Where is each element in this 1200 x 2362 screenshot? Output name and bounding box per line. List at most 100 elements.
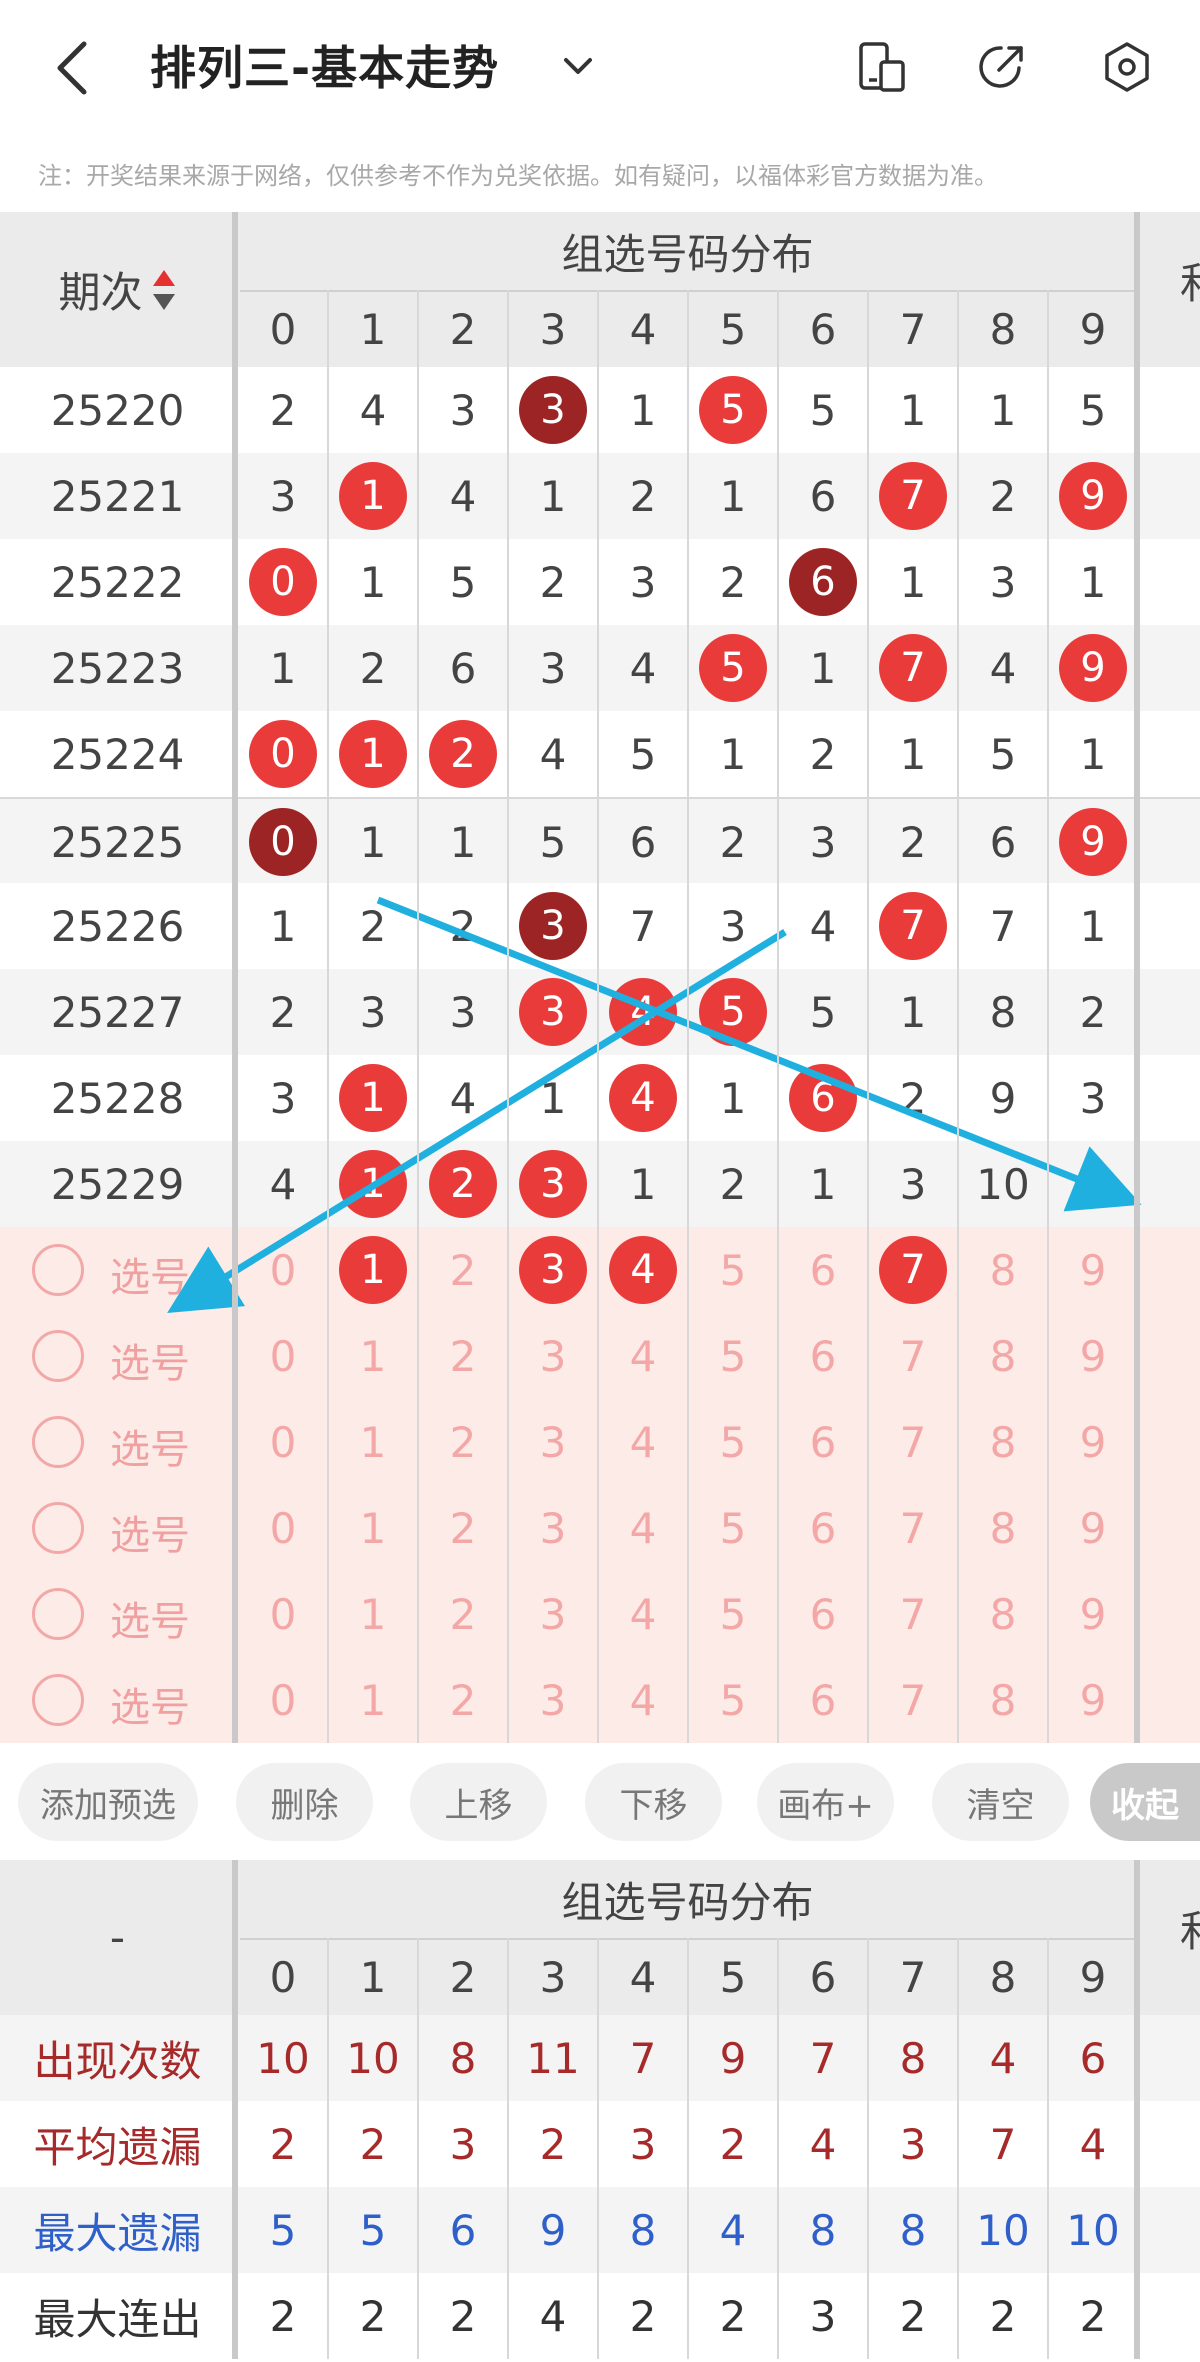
select-row-radio[interactable] [32,1674,84,1726]
select-digit-8[interactable]: 8 [958,1571,1048,1657]
select-digit-2[interactable]: 2 [418,1399,508,1485]
number-cell: 5 [629,729,657,779]
select-digit-0[interactable]: 0 [238,1227,328,1313]
select-digit-6[interactable]: 6 [778,1227,868,1313]
select-digit-1[interactable]: 1 [328,1485,418,1571]
number-cell: 4 [989,643,1017,693]
select-digit-3[interactable]: 3 [508,1227,598,1313]
select-digit-5[interactable]: 5 [688,1313,778,1399]
clear-button[interactable]: 清空 [932,1763,1069,1841]
select-digit-9[interactable]: 9 [1048,1571,1138,1657]
select-digit-9[interactable]: 9 [1048,1313,1138,1399]
select-digit-6[interactable]: 6 [778,1313,868,1399]
select-digit-0[interactable]: 0 [238,1399,328,1485]
select-digit-7[interactable]: 7 [868,1657,958,1743]
canvas-plus-button[interactable]: 画布+ [757,1763,894,1841]
move-down-button[interactable]: 下移 [585,1763,722,1841]
select-digit-8[interactable]: 8 [958,1485,1048,1571]
select-digit-3[interactable]: 3 [508,1399,598,1485]
select-row-radio[interactable] [32,1244,84,1296]
select-row-radio[interactable] [32,1416,84,1468]
selected-ball[interactable]: 7 [879,1236,947,1304]
select-digit-7[interactable]: 7 [868,1313,958,1399]
select-row-label[interactable]: 选号 [110,1589,190,1647]
select-digit-7[interactable]: 7 [868,1399,958,1485]
select-digit-9[interactable]: 9 [1048,1657,1138,1743]
select-digit-3[interactable]: 3 [508,1657,598,1743]
number-cell: 3 [508,969,598,1055]
digit-header-2: 2 [449,305,477,354]
back-arrow-icon[interactable] [52,40,92,96]
select-digit-4[interactable]: 4 [598,1571,688,1657]
select-digit-6[interactable]: 6 [778,1399,868,1485]
select-row-radio[interactable] [32,1588,84,1640]
select-digit-3[interactable]: 3 [508,1313,598,1399]
select-digit-5[interactable]: 5 [688,1571,778,1657]
select-digit-5[interactable]: 5 [688,1227,778,1313]
select-digit-4[interactable]: 4 [598,1485,688,1571]
select-digit-0[interactable]: 0 [238,1313,328,1399]
select-digit-8[interactable]: 8 [958,1313,1048,1399]
add-preselect-button[interactable]: 添加预选 [18,1763,198,1841]
app-header: 排列三-基本走势 [0,0,1200,135]
stats-value: 4 [719,2205,747,2255]
select-digit-2[interactable]: 2 [418,1657,508,1743]
select-digit-6[interactable]: 6 [778,1485,868,1571]
select-digit-7[interactable]: 7 [868,1485,958,1571]
select-digit-3[interactable]: 3 [508,1485,598,1571]
select-digit-8[interactable]: 8 [958,1399,1048,1485]
select-digit-4[interactable]: 4 [598,1227,688,1313]
select-digit-8[interactable]: 8 [958,1227,1048,1313]
stats-value: 2 [629,2291,657,2341]
selected-ball[interactable]: 1 [339,1236,407,1304]
period-cell: 25225 [50,817,185,867]
select-digit-0[interactable]: 0 [238,1657,328,1743]
device-switch-icon[interactable] [855,40,909,94]
select-digit-6[interactable]: 6 [778,1571,868,1657]
select-digit-4[interactable]: 4 [598,1399,688,1485]
select-digit-1[interactable]: 1 [328,1399,418,1485]
select-digit-7[interactable]: 7 [868,1227,958,1313]
select-digit-2[interactable]: 2 [418,1571,508,1657]
select-digit-9[interactable]: 9 [1048,1227,1138,1313]
share-icon[interactable] [975,40,1029,94]
stats-value: 4 [1079,2119,1107,2169]
select-digit-1[interactable]: 1 [328,1227,418,1313]
group-end-divider [1134,212,1140,1743]
select-digit-4[interactable]: 4 [598,1657,688,1743]
select-digit-8[interactable]: 8 [958,1657,1048,1743]
select-digit-4[interactable]: 4 [598,1313,688,1399]
settings-icon[interactable] [1100,40,1154,94]
selected-ball[interactable]: 4 [609,1236,677,1304]
select-row-radio[interactable] [32,1330,84,1382]
select-row-label[interactable]: 选号 [110,1503,190,1561]
select-digit-2[interactable]: 2 [418,1313,508,1399]
select-row-radio[interactable] [32,1502,84,1554]
select-row-label[interactable]: 选号 [110,1245,190,1303]
select-digit-5[interactable]: 5 [688,1657,778,1743]
select-row-label[interactable]: 选号 [110,1675,190,1733]
select-digit-1[interactable]: 1 [328,1571,418,1657]
number-cell: 1 [989,385,1017,435]
select-row-label[interactable]: 选号 [110,1331,190,1389]
select-digit-1[interactable]: 1 [328,1313,418,1399]
select-digit-6[interactable]: 6 [778,1657,868,1743]
select-digit-1[interactable]: 1 [328,1657,418,1743]
select-digit-2[interactable]: 2 [418,1485,508,1571]
number-cell: 7 [868,453,958,539]
selected-ball[interactable]: 3 [519,1236,587,1304]
select-digit-5[interactable]: 5 [688,1485,778,1571]
select-row-label[interactable]: 选号 [110,1417,190,1475]
select-digit-7[interactable]: 7 [868,1571,958,1657]
delete-button[interactable]: 删除 [236,1763,373,1841]
select-digit-3[interactable]: 3 [508,1571,598,1657]
collapse-button[interactable]: 收起 [1090,1763,1200,1841]
select-digit-0[interactable]: 0 [238,1485,328,1571]
select-digit-0[interactable]: 0 [238,1571,328,1657]
chevron-down-icon[interactable] [560,48,596,84]
select-digit-5[interactable]: 5 [688,1399,778,1485]
move-up-button[interactable]: 上移 [410,1763,547,1841]
select-digit-2[interactable]: 2 [418,1227,508,1313]
select-digit-9[interactable]: 9 [1048,1485,1138,1571]
select-digit-9[interactable]: 9 [1048,1399,1138,1485]
